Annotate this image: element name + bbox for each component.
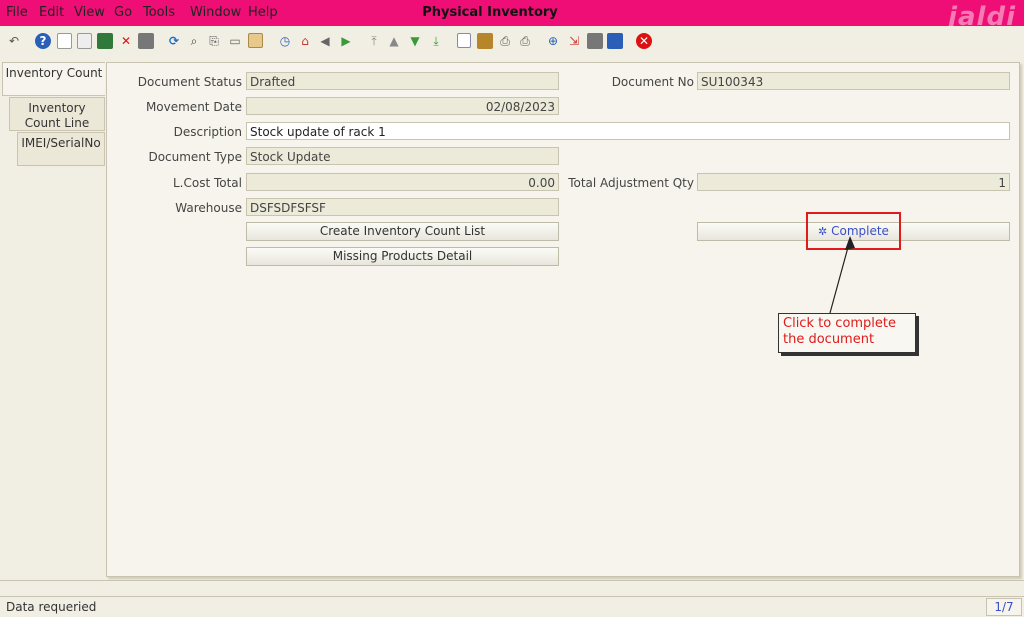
callout-arrow — [829, 236, 855, 314]
status-bar: Data requeried 1/7 — [0, 596, 1024, 617]
status-message: Data requeried — [6, 600, 97, 614]
record-navigation-indicator[interactable]: 1/7 — [986, 598, 1022, 616]
callout-note: Click to complete the document — [778, 313, 916, 353]
bottom-strip — [0, 580, 1024, 595]
